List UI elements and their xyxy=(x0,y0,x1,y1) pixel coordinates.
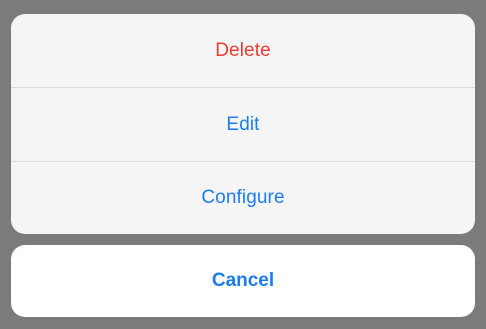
action-sheet: Delete Edit Configure xyxy=(11,14,475,234)
cancel-button[interactable]: Cancel xyxy=(11,245,475,317)
edit-button[interactable]: Edit xyxy=(11,88,475,161)
configure-button[interactable]: Configure xyxy=(11,162,475,234)
delete-button[interactable]: Delete xyxy=(11,14,475,87)
